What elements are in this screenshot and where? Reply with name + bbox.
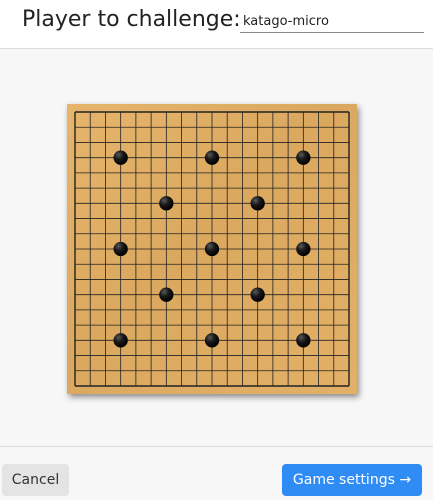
black-stone: [159, 287, 174, 302]
black-stone: [296, 333, 311, 348]
cancel-button[interactable]: Cancel: [2, 464, 69, 496]
game-settings-button[interactable]: Game settings →: [282, 464, 422, 496]
black-stone: [296, 150, 311, 165]
dialog-header: Player to challenge:: [0, 0, 433, 49]
black-stone: [296, 241, 311, 257]
black-stone: [113, 150, 128, 165]
board-grid[interactable]: [67, 104, 357, 394]
player-to-challenge-label: Player to challenge:: [22, 7, 241, 32]
dialog-footer: Cancel Game settings →: [0, 446, 433, 500]
challenge-dialog: Player to challenge: Cancel Game setting…: [0, 0, 433, 500]
black-stone: [204, 241, 220, 257]
black-stone: [250, 196, 265, 211]
player-name-input[interactable]: [240, 10, 424, 33]
go-board[interactable]: [67, 104, 357, 394]
black-stone: [113, 241, 128, 257]
black-stone: [159, 196, 174, 211]
black-stone: [204, 150, 220, 165]
black-stone: [204, 333, 220, 348]
black-stone: [113, 333, 128, 348]
black-stone: [250, 287, 265, 302]
